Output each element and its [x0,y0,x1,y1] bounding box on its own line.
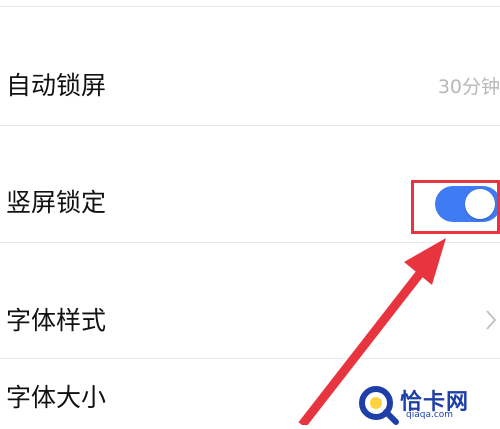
watermark-logo-icon [359,386,399,425]
watermark-logo: 恰卡网 qiaqa.com [356,382,500,425]
watermark-domain: qiaqa.com [406,410,454,420]
red-arrow-annotation [298,238,446,425]
